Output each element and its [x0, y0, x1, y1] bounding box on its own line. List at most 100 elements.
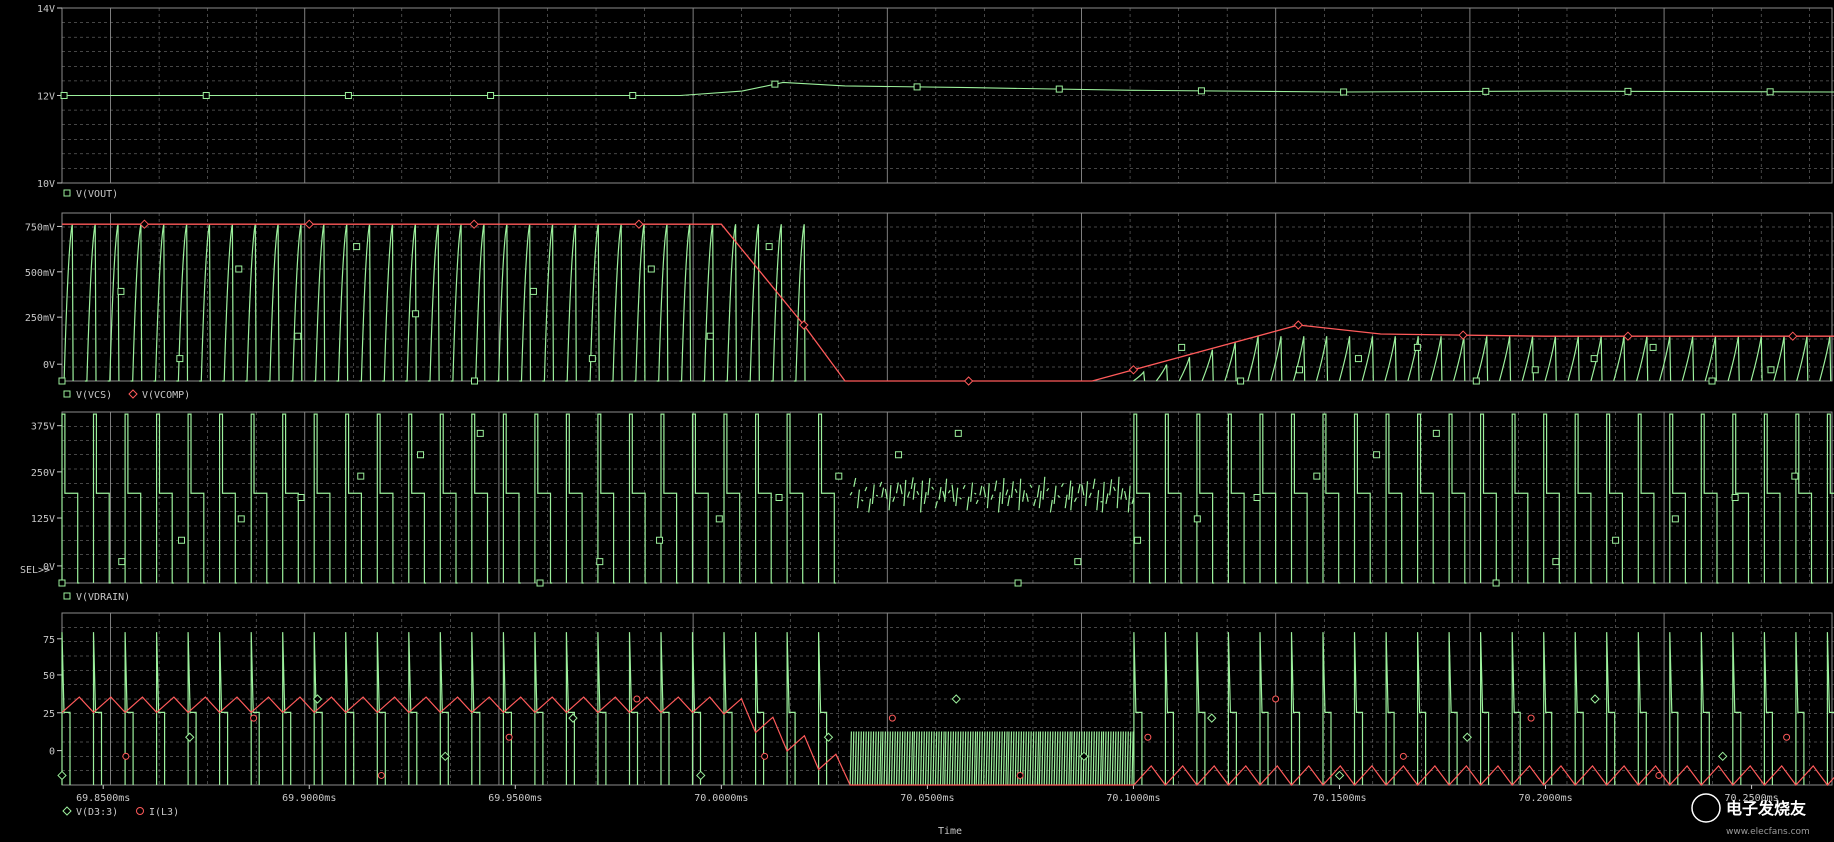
data-marker	[1178, 343, 1186, 351]
data-marker	[1197, 87, 1205, 95]
data-marker	[1590, 355, 1598, 363]
data-marker	[1531, 366, 1539, 374]
y-tick-label: 250mV	[25, 313, 55, 324]
data-marker	[895, 451, 903, 459]
data-marker	[1492, 579, 1500, 587]
data-marker	[237, 515, 245, 523]
data-marker	[344, 92, 352, 99]
data-marker	[1334, 770, 1345, 781]
data-marker	[487, 92, 495, 99]
legend-label: V(VCOMP)	[142, 390, 190, 401]
data-marker	[297, 494, 305, 501]
data-marker	[633, 695, 641, 703]
data-marker	[835, 472, 843, 480]
x-tick-label: 69.9000ms	[282, 793, 336, 804]
data-marker	[1552, 558, 1560, 566]
data-marker	[1016, 771, 1024, 779]
y-tick-label: 10V	[37, 179, 55, 190]
data-marker	[1718, 751, 1728, 762]
legend-diamond-icon	[128, 389, 138, 399]
data-marker	[353, 243, 361, 251]
data-marker	[1413, 343, 1421, 351]
x-tick-label: 70.1000ms	[1106, 793, 1160, 804]
data-marker	[1708, 377, 1716, 385]
legend-label: V(VCS)	[76, 390, 112, 401]
data-marker	[696, 770, 706, 781]
data-marker	[1612, 536, 1620, 544]
y-tick-label: 500mV	[25, 268, 55, 279]
watermark-text: 电子发烧友	[1726, 799, 1807, 818]
data-marker	[1272, 695, 1280, 703]
data-marker	[1055, 85, 1063, 93]
data-marker	[765, 243, 773, 251]
data-marker	[536, 579, 544, 587]
series-vdrain	[61, 413, 1834, 584]
data-marker	[412, 310, 420, 318]
data-marker	[656, 536, 664, 544]
data-marker	[1472, 377, 1480, 385]
data-marker	[1458, 330, 1468, 340]
legend-label: V(VDRAIN)	[76, 592, 130, 603]
data-marker	[771, 80, 779, 88]
series-v-d3	[61, 632, 1834, 786]
data-marker	[1373, 451, 1381, 459]
panel-3	[61, 411, 1834, 584]
data-marker	[1482, 87, 1490, 95]
data-marker	[761, 752, 769, 760]
y-tick-label: 0	[49, 747, 55, 758]
y-tick-label: 375V	[31, 422, 55, 433]
data-marker	[1340, 88, 1348, 96]
data-marker	[60, 92, 68, 99]
data-marker	[471, 377, 479, 385]
data-marker	[202, 92, 210, 99]
data-marker	[951, 694, 961, 704]
x-tick-label: 70.0000ms	[694, 793, 748, 804]
data-marker	[963, 376, 974, 386]
data-marker	[568, 713, 578, 723]
y-tick-label: 50	[43, 671, 55, 682]
data-marker	[823, 732, 834, 742]
y-tick-label: 750mV	[25, 222, 55, 233]
data-marker	[629, 92, 637, 99]
data-marker	[176, 355, 184, 363]
data-marker	[1293, 320, 1303, 330]
data-marker	[1649, 343, 1657, 351]
data-marker	[1074, 558, 1082, 566]
y-tick-label: 0V	[43, 360, 55, 371]
data-marker	[476, 429, 484, 437]
data-marker	[304, 219, 314, 229]
x-tick-label: 70.0500ms	[900, 793, 954, 804]
legend-square-icon	[63, 390, 71, 398]
panel-2	[61, 212, 1834, 382]
legend-square-icon	[63, 592, 71, 600]
data-marker	[122, 752, 130, 760]
data-marker	[505, 733, 513, 741]
data-marker	[1783, 733, 1791, 741]
data-marker	[117, 287, 125, 295]
data-marker	[1731, 494, 1739, 501]
data-marker	[57, 770, 67, 781]
data-marker	[715, 515, 723, 523]
data-marker	[647, 265, 655, 273]
series-vcomp	[62, 223, 1834, 382]
data-marker	[529, 287, 537, 295]
data-marker	[1671, 515, 1679, 523]
data-marker	[1193, 515, 1201, 523]
y-tick-label: 14V	[37, 4, 55, 15]
data-marker	[913, 83, 921, 91]
x-tick-label: 70.1500ms	[1312, 793, 1366, 804]
data-marker	[118, 558, 126, 566]
y-tick-label: 25	[43, 709, 55, 720]
x-tick-label: 70.2000ms	[1518, 793, 1572, 804]
legend-label: V(VOUT)	[76, 189, 118, 200]
legend-diamond-icon	[62, 806, 72, 816]
data-marker	[235, 265, 243, 273]
legend-square-icon	[63, 189, 71, 197]
data-marker	[1590, 694, 1600, 704]
data-marker	[1788, 331, 1798, 341]
data-marker	[1207, 713, 1217, 723]
data-marker	[1296, 366, 1304, 374]
sel-marker: SEL>>	[20, 565, 50, 576]
data-marker	[954, 429, 962, 437]
data-marker	[1624, 87, 1632, 95]
